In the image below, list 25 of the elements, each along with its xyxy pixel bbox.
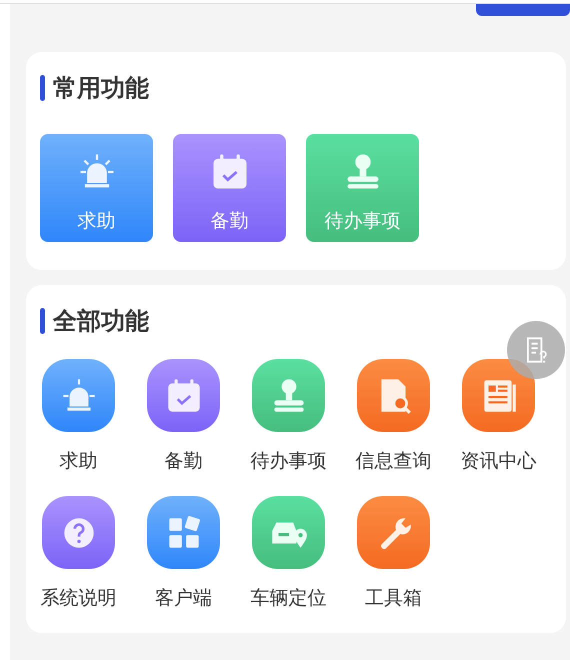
app-label: 系统说明: [40, 586, 116, 611]
app-button[interactable]: [357, 496, 430, 569]
app-label: 客户端: [155, 586, 212, 611]
section-title: 全部功能: [53, 306, 149, 337]
app-label: 待办事项: [250, 449, 326, 474]
app-label: 求助: [60, 449, 98, 474]
app-button[interactable]: [357, 359, 430, 432]
shortcut-tile[interactable]: 待办事项: [306, 134, 419, 242]
app-label: 车辆定位: [250, 586, 326, 611]
app-button[interactable]: [147, 359, 220, 432]
title-accent-bar: [40, 308, 45, 334]
title-accent-bar: [40, 75, 45, 101]
app-label: 备勤: [164, 449, 202, 474]
app-button[interactable]: [42, 359, 115, 432]
shortcut-tile[interactable]: 求助: [40, 134, 153, 242]
shortcut-tile[interactable]: 备勤: [173, 134, 286, 242]
app-button[interactable]: [147, 496, 220, 569]
app-label: 信息查询: [356, 449, 432, 474]
app-button[interactable]: [252, 496, 325, 569]
app-label: 工具箱: [365, 586, 422, 611]
section-title: 常用功能: [53, 73, 149, 104]
app-label: 资讯中心: [460, 449, 536, 474]
app-button[interactable]: [462, 359, 535, 432]
app-button[interactable]: [42, 496, 115, 569]
app-button[interactable]: [252, 359, 325, 432]
